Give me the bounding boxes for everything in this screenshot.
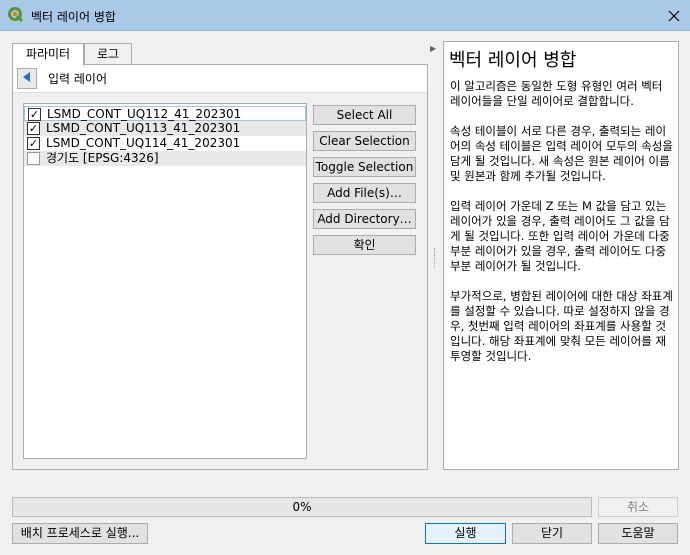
input-layers-header: 입력 레이어 [13,65,427,93]
list-item[interactable]: ✓ LSMD_CONT_UQ114_41_202301 [24,136,306,151]
splitter-handle[interactable] [434,248,436,268]
help-paragraph: 부가적으로, 병합된 레이어에 대한 대상 좌표계를 설정할 수 있습니다. 따… [450,289,673,363]
list-item[interactable]: 경기도 [EPSG:4326] [24,151,306,166]
close-icon[interactable] [658,0,690,31]
window-title: 벡터 레이어 병합 [31,10,116,24]
layer-checkbox[interactable]: ✓ [28,108,41,121]
clear-selection-button[interactable]: Clear Selection [313,131,416,151]
back-button[interactable] [17,68,37,89]
help-panel: 벡터 레이어 병합 이 알고리즘은 동일한 도형 유형인 여러 벡터 레이어들을… [443,41,679,470]
close-button[interactable]: 닫기 [512,523,592,544]
help-title: 벡터 레이어 병합 [449,50,577,71]
help-button[interactable]: 도움말 [598,523,678,544]
list-item[interactable]: ✓ LSMD_CONT_UQ113_41_202301 [24,121,306,136]
add-files-button[interactable]: Add File(s)… [313,183,416,203]
help-body: 이 알고리즘은 동일한 도형 유형인 여러 벡터 레이어들을 단일 레이어로 결… [450,79,676,379]
add-directory-button[interactable]: Add Directory… [313,209,416,229]
ok-button[interactable]: 확인 [313,235,416,255]
layer-label: LSMD_CONT_UQ112_41_202301 [47,107,242,121]
layer-checkbox[interactable]: ✓ [27,122,40,135]
layer-list[interactable]: ✓ LSMD_CONT_UQ112_41_202301 ✓ LSMD_CONT_… [23,103,307,459]
back-arrow-icon [21,71,33,86]
layer-label: LSMD_CONT_UQ113_41_202301 [46,121,241,135]
layer-checkbox[interactable]: ✓ [27,137,40,150]
qgis-icon [8,7,24,23]
help-paragraph: 입력 레이어 가운데 Z 또는 M 값을 담고 있는 레이어가 있을 경우, 출… [450,199,670,273]
tab-log[interactable]: 로그 [84,43,132,65]
tab-parameters[interactable]: 파라미터 [12,43,84,66]
help-paragraph: 속성 테이블이 서로 다른 경우, 출력되는 레이어의 속성 테이블은 입력 레… [450,124,673,183]
layer-label: LSMD_CONT_UQ114_41_202301 [46,136,241,150]
select-all-button[interactable]: Select All [313,105,416,125]
collapse-arrow-icon[interactable]: ▶ [430,44,436,53]
progress-label: 0% [292,500,312,514]
layer-checkbox[interactable] [27,152,40,165]
parameters-panel: 입력 레이어 ✓ LSMD_CONT_UQ112_41_202301 ✓ LSM… [12,64,428,470]
list-item[interactable]: ✓ LSMD_CONT_UQ112_41_202301 [24,106,306,121]
progress-bar: 0% [12,497,592,517]
batch-process-button[interactable]: 배치 프로세스로 실행... [12,523,148,544]
help-paragraph: 이 알고리즘은 동일한 도형 유형인 여러 벡터 레이어들을 단일 레이어로 결… [450,79,663,108]
toggle-selection-button[interactable]: Toggle Selection [313,157,416,177]
input-layers-title: 입력 레이어 [48,72,108,86]
layer-label: 경기도 [EPSG:4326] [46,151,159,165]
title-bar: 벡터 레이어 병합 [0,0,690,31]
run-button[interactable]: 실행 [425,523,506,544]
cancel-button[interactable]: 취소 [598,497,678,517]
